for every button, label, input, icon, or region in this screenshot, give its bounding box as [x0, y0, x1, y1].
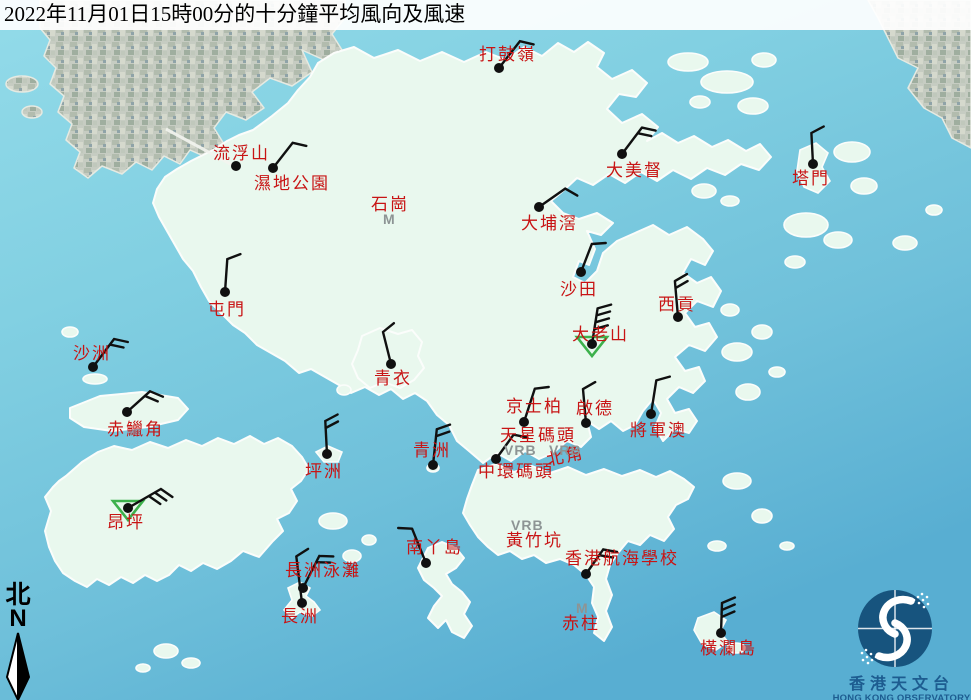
station-label: 黃竹坑	[506, 532, 563, 549]
north-compass: 北 N	[2, 583, 34, 700]
hko-name-english: HONG KONG OBSERVATORY	[832, 693, 971, 700]
station-label: 長洲泳灘	[285, 562, 361, 579]
station-label: 京士柏	[506, 398, 563, 415]
station-label: 西貢	[658, 296, 696, 313]
variable-wind-marker: VRB	[504, 443, 537, 457]
station-label: 青洲	[413, 442, 451, 459]
station-label: 昂坪	[107, 514, 145, 531]
station-label: 沙洲	[73, 345, 111, 362]
map-title: 2022年11月01日15時00分的十分鐘平均風向及風速	[0, 0, 971, 30]
compass-north-letter: N	[2, 608, 34, 631]
station-label: 坪洲	[305, 463, 343, 480]
station-label: 赤柱	[562, 615, 600, 632]
station-label: 將軍澳	[630, 422, 687, 439]
station-label: 啟德	[576, 400, 614, 417]
hko-name-chinese: 香港天文台	[832, 677, 971, 693]
station-label: 塔門	[792, 170, 830, 187]
missing-data-marker: M	[576, 601, 589, 615]
station-label: 赤鱲角	[107, 421, 164, 438]
station-label: 沙田	[560, 281, 598, 298]
station-labels-layer: 打鼓嶺流浮山濕地公園石崗M屯門大美督大埔滘塔門沙田西貢大老山沙洲赤鱲角青衣坪洲昂…	[0, 0, 971, 700]
variable-wind-marker: VRB	[549, 443, 582, 457]
weather-map-page: 打鼓嶺流浮山濕地公園石崗M屯門大美督大埔滘塔門沙田西貢大老山沙洲赤鱲角青衣坪洲昂…	[0, 0, 971, 700]
compass-arrow-icon	[3, 631, 33, 700]
station-label: 濕地公園	[254, 175, 330, 192]
station-label: 大美督	[606, 162, 663, 179]
missing-data-marker: M	[383, 212, 396, 226]
station-label: 長洲	[281, 608, 319, 625]
station-label: 橫瀾島	[700, 640, 757, 657]
station-label: 中環碼頭	[478, 463, 554, 480]
station-label: 南丫島	[406, 539, 463, 556]
station-label: 流浮山	[213, 145, 270, 162]
station-label: 香港航海學校	[565, 550, 679, 567]
station-label: 大老山	[572, 326, 629, 343]
station-label: 青衣	[374, 370, 412, 387]
variable-wind-marker: VRB	[511, 518, 544, 532]
hko-emblem-icon	[832, 586, 971, 670]
station-label: 屯門	[208, 301, 246, 318]
hko-logo: 香港天文台 HONG KONG OBSERVATORY	[832, 586, 971, 700]
station-label: 打鼓嶺	[479, 46, 536, 63]
station-label: 大埔滘	[521, 215, 578, 232]
